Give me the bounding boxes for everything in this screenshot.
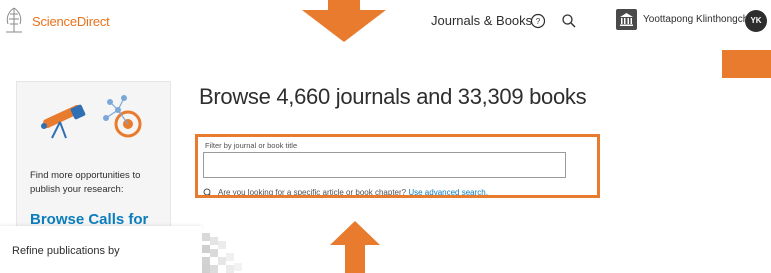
annotation-highlight-box xyxy=(195,134,600,198)
pixelated-gradient xyxy=(202,229,267,273)
refine-panel: Refine publications by xyxy=(0,226,202,273)
annotation-arrow-up-icon xyxy=(330,221,380,273)
refine-label[interactable]: Refine publications by xyxy=(12,245,120,257)
brand-name[interactable]: ScienceDirect xyxy=(32,14,110,29)
svg-text:?: ? xyxy=(536,17,541,26)
user-avatar[interactable]: YK xyxy=(745,10,767,32)
elsevier-logo-icon[interactable] xyxy=(0,2,28,40)
user-name[interactable]: Yoottapong Klinthongchai xyxy=(643,14,756,25)
institution-icon[interactable] xyxy=(616,9,637,30)
help-circle-icon[interactable]: ? xyxy=(530,13,546,29)
target-network-icon xyxy=(103,95,142,138)
page-title: Browse 4,660 journals and 33,309 books xyxy=(199,84,587,109)
search-icon[interactable] xyxy=(561,13,577,29)
promo-text: Find more opportunities to publish your … xyxy=(30,170,141,195)
nav-journals-books[interactable]: Journals & Books xyxy=(431,13,532,28)
telescope-icon xyxy=(41,104,86,139)
annotation-arrow-down-icon xyxy=(302,0,386,42)
annotation-orange-block xyxy=(722,50,771,78)
